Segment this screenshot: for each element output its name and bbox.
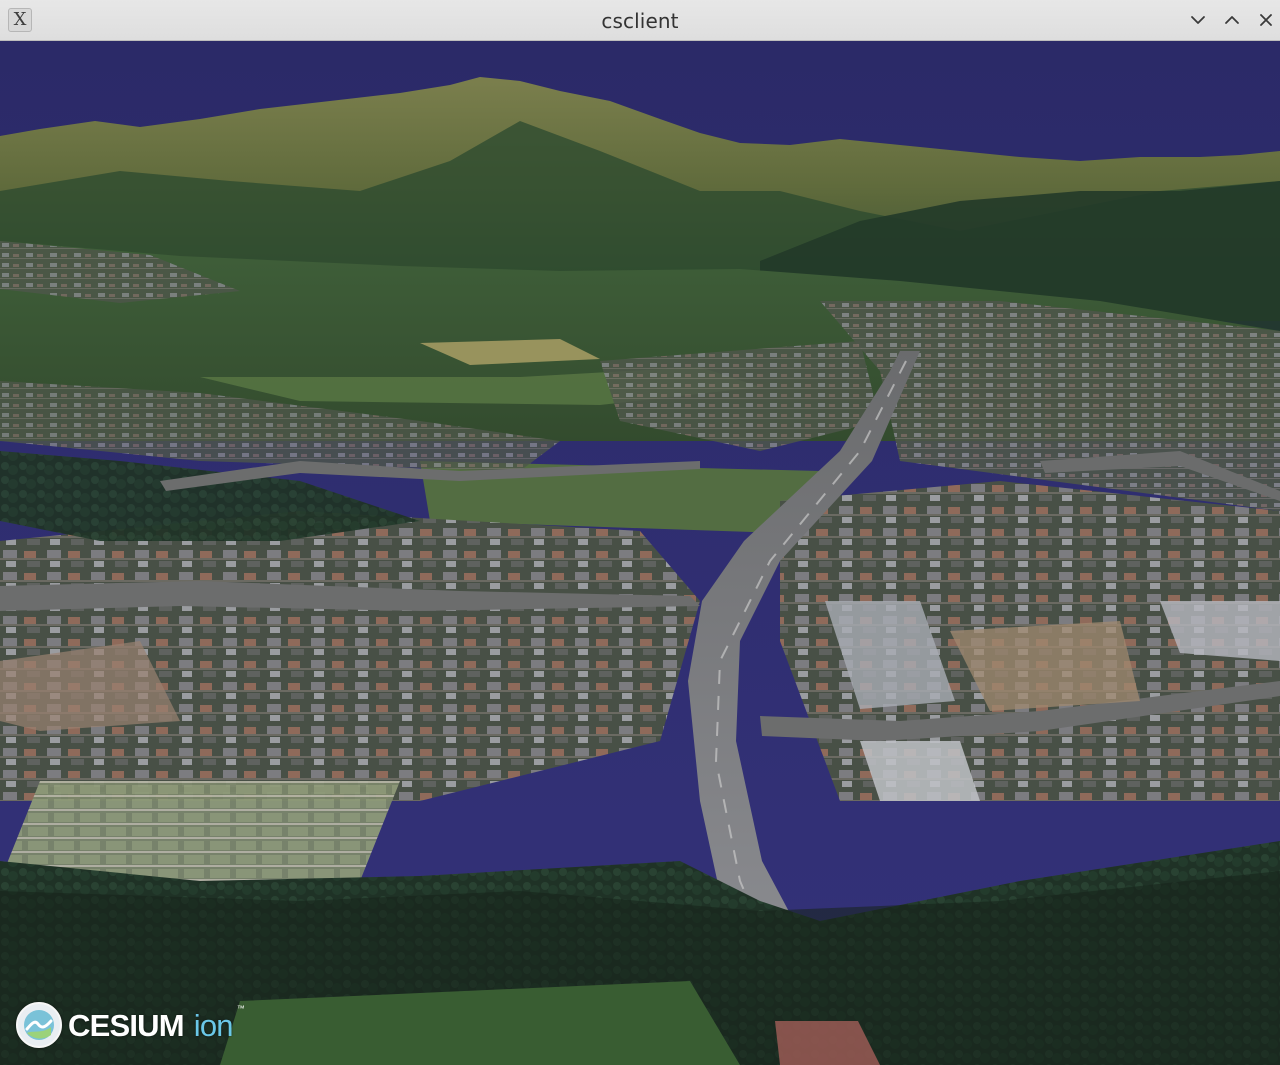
maximize-button[interactable] [1220, 8, 1244, 32]
cesium-wordmark: CESIUM [68, 1007, 185, 1043]
terrain-scene[interactable] [0, 41, 1280, 1065]
cesium-ion-logo[interactable]: CESIUM ion ™ [16, 1001, 245, 1049]
building-white-lower [860, 741, 980, 801]
close-icon [1260, 14, 1272, 26]
app-window: X csclient CESIUM ion ™ [0, 0, 1280, 1065]
chevron-down-icon [1191, 16, 1205, 24]
chevron-up-icon [1225, 16, 1239, 24]
minimize-button[interactable] [1186, 8, 1210, 32]
cesium-trademark: ™ [236, 1004, 245, 1013]
window-titlebar[interactable]: X csclient [0, 0, 1280, 41]
close-button[interactable] [1254, 8, 1278, 32]
cesium-logo-icon [16, 1002, 62, 1048]
cesium-ion-wordmark: ion [193, 1007, 234, 1043]
window-controls [1176, 0, 1280, 40]
cemetery [0, 781, 400, 881]
globe-viewport[interactable]: CESIUM ion ™ [0, 41, 1280, 1065]
cesium-mark-svg [24, 1010, 54, 1040]
window-title: csclient [601, 9, 679, 33]
